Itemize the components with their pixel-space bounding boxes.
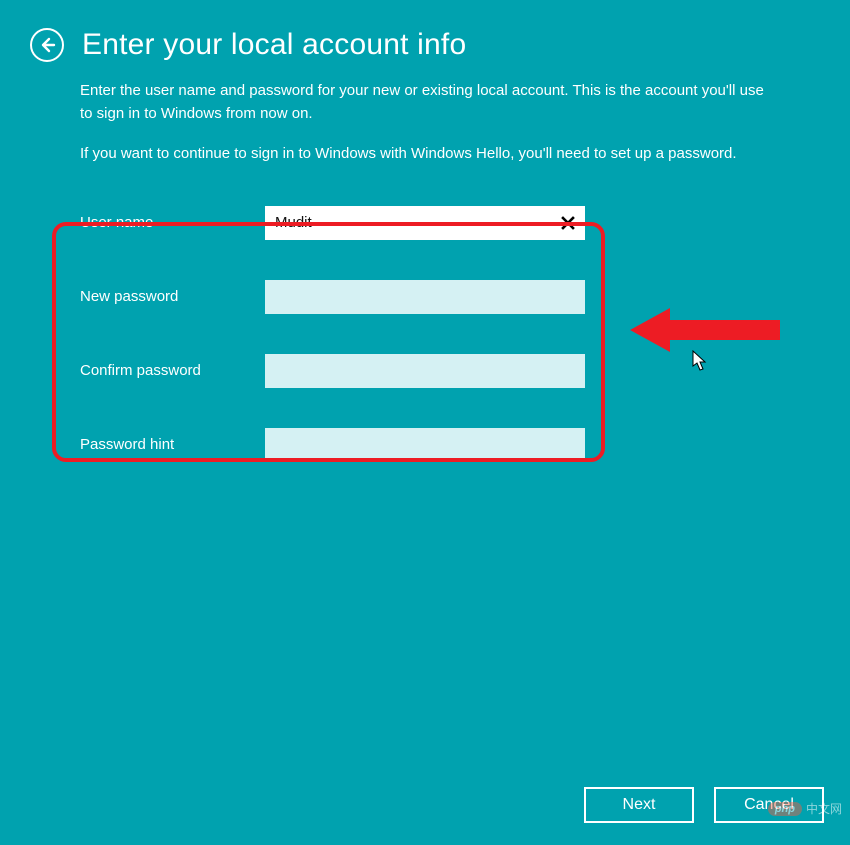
page-title: Enter your local account info [82,28,466,62]
back-arrow-icon [38,36,56,54]
username-label: User name [80,214,265,231]
footer-actions: Next Cancel [584,787,824,823]
description-block: Enter the user name and password for you… [80,80,770,166]
confirm-password-label: Confirm password [80,362,265,379]
password-hint-label: Password hint [80,436,265,453]
description-line-1: Enter the user name and password for you… [80,80,770,125]
account-form: User name New password Confirm password [80,206,770,462]
new-password-label: New password [80,288,265,305]
next-button[interactable]: Next [584,787,694,823]
new-password-row: New password [80,280,770,314]
password-hint-field[interactable] [265,428,585,462]
new-password-field[interactable] [265,280,585,314]
username-row: User name [80,206,770,240]
description-line-2: If you want to continue to sign in to Wi… [80,143,770,166]
confirm-password-row: Confirm password [80,354,770,388]
clear-username-button[interactable] [555,210,581,236]
username-field[interactable] [265,206,585,240]
close-icon [560,215,576,231]
password-hint-row: Password hint [80,428,770,462]
confirm-password-field[interactable] [265,354,585,388]
back-button[interactable] [30,28,64,62]
cancel-button[interactable]: Cancel [714,787,824,823]
